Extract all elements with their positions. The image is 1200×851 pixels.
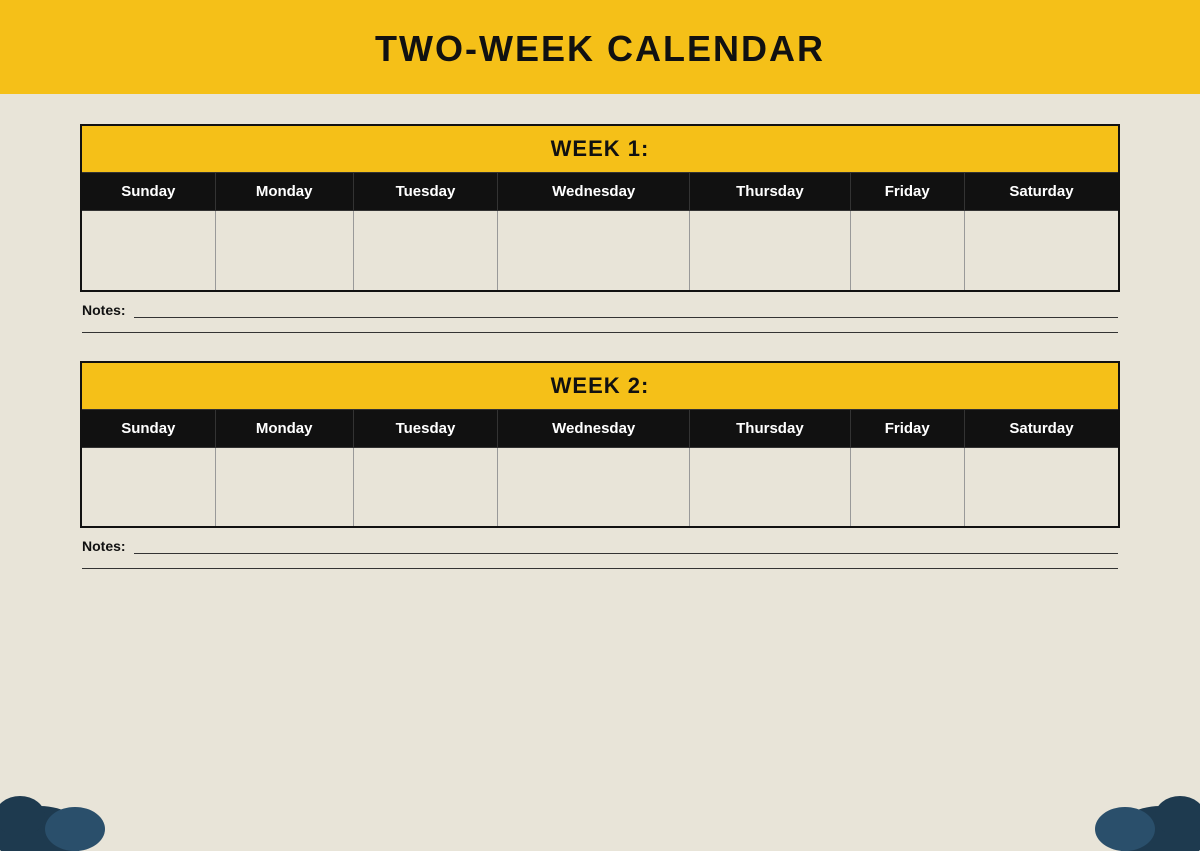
- main-content: WEEK 1: Sunday Monday Tuesday Wednesday …: [0, 94, 1200, 617]
- week-2-sunday-cell[interactable]: [81, 447, 215, 527]
- week-1-friday-cell[interactable]: [850, 211, 964, 291]
- week-1-day-headers: Sunday Monday Tuesday Wednesday Thursday…: [81, 173, 1119, 211]
- week-2-title-row: WEEK 2:: [81, 362, 1119, 410]
- week-2-notes-label: Notes:: [82, 538, 126, 554]
- week-1-monday-cell[interactable]: [215, 211, 353, 291]
- week-1-notes: Notes:: [80, 302, 1120, 333]
- week-1-title: WEEK 1:: [81, 125, 1119, 173]
- page-title: TWO-WEEK CALENDAR: [375, 28, 825, 69]
- week-2-sunday-header: Sunday: [81, 409, 215, 447]
- week-2-section: WEEK 2: Sunday Monday Tuesday Wednesday …: [80, 361, 1120, 570]
- week-1-tuesday-header: Tuesday: [353, 173, 497, 211]
- week-2-friday-header: Friday: [850, 409, 964, 447]
- week-1-sunday-cell[interactable]: [81, 211, 215, 291]
- week-1-table: WEEK 1: Sunday Monday Tuesday Wednesday …: [80, 124, 1120, 292]
- week-1-saturday-cell[interactable]: [964, 211, 1119, 291]
- week-2-notes-line-1[interactable]: [134, 553, 1118, 554]
- week-1-sunday-header: Sunday: [81, 173, 215, 211]
- week-2-saturday-cell[interactable]: [964, 447, 1119, 527]
- week-1-wednesday-header: Wednesday: [498, 173, 690, 211]
- week-1-saturday-header: Saturday: [964, 173, 1119, 211]
- week-2-day-headers: Sunday Monday Tuesday Wednesday Thursday…: [81, 409, 1119, 447]
- week-2-tuesday-cell[interactable]: [353, 447, 497, 527]
- week-1-section: WEEK 1: Sunday Monday Tuesday Wednesday …: [80, 124, 1120, 333]
- week-1-monday-header: Monday: [215, 173, 353, 211]
- page-header: TWO-WEEK CALENDAR: [0, 0, 1200, 94]
- week-2-monday-cell[interactable]: [215, 447, 353, 527]
- decorative-blob-left: [0, 761, 120, 851]
- week-1-thursday-cell[interactable]: [690, 211, 850, 291]
- week-2-title: WEEK 2:: [81, 362, 1119, 410]
- week-2-table: WEEK 2: Sunday Monday Tuesday Wednesday …: [80, 361, 1120, 529]
- week-1-notes-line-2: [82, 332, 1118, 333]
- week-2-friday-cell[interactable]: [850, 447, 964, 527]
- week-2-notes-line-2: [82, 568, 1118, 569]
- week-2-tuesday-header: Tuesday: [353, 409, 497, 447]
- week-1-friday-header: Friday: [850, 173, 964, 211]
- week-2-thursday-header: Thursday: [690, 409, 850, 447]
- week-2-cells: [81, 447, 1119, 527]
- week-1-notes-line-1[interactable]: [134, 317, 1118, 318]
- week-1-tuesday-cell[interactable]: [353, 211, 497, 291]
- week-2-wednesday-header: Wednesday: [498, 409, 690, 447]
- week-2-notes: Notes:: [80, 538, 1120, 569]
- week-2-monday-header: Monday: [215, 409, 353, 447]
- week-2-thursday-cell[interactable]: [690, 447, 850, 527]
- week-1-title-row: WEEK 1:: [81, 125, 1119, 173]
- week-2-wednesday-cell[interactable]: [498, 447, 690, 527]
- week-1-wednesday-cell[interactable]: [498, 211, 690, 291]
- decorative-blob-right: [1080, 761, 1200, 851]
- week-2-saturday-header: Saturday: [964, 409, 1119, 447]
- week-1-cells: [81, 211, 1119, 291]
- week-1-notes-label: Notes:: [82, 302, 126, 318]
- week-1-thursday-header: Thursday: [690, 173, 850, 211]
